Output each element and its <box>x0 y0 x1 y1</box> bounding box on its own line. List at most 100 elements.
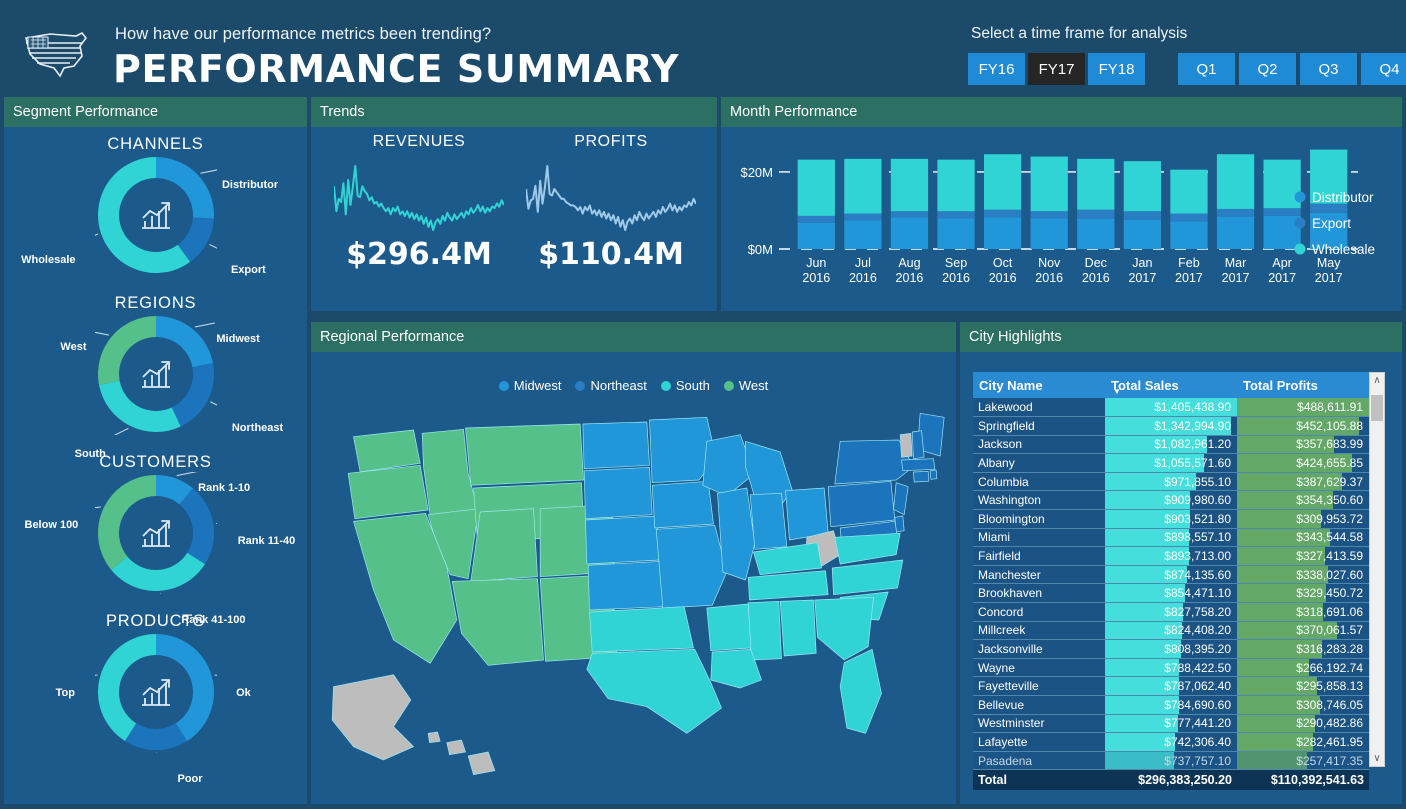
scroll-up-arrow-icon[interactable]: ∧ <box>1370 373 1384 388</box>
column-header-total-sales[interactable]: Total Sales ▼ <box>1105 372 1237 398</box>
bar-segment-wholesale[interactable] <box>1263 159 1301 209</box>
map-state-vt[interactable] <box>899 433 913 458</box>
table-row[interactable]: Wayne $788,422.50 $266,192.74 <box>973 658 1369 678</box>
legend-item-midwest[interactable]: Midwest <box>498 378 561 393</box>
map-state-hi2[interactable] <box>446 739 466 755</box>
legend-item-northeast[interactable]: Northeast <box>575 378 647 393</box>
map-state-fl[interactable] <box>839 648 882 734</box>
table-row[interactable]: Columbia $971,855.10 $387,629.37 <box>973 472 1369 492</box>
map-state-mo[interactable] <box>655 525 728 609</box>
quarter-button-q4[interactable]: Q4 <box>1361 53 1406 85</box>
donut-graphic-channels[interactable]: Distributor Export Wholesale <box>4 154 307 276</box>
map-state-or[interactable] <box>347 465 429 519</box>
map-state-hi[interactable] <box>427 731 441 743</box>
bar-segment-wholesale[interactable] <box>1077 158 1115 210</box>
bar-segment-distributor[interactable] <box>890 217 929 249</box>
table-row[interactable]: Westminster $777,441.20 $290,482.86 <box>973 714 1369 734</box>
map-state-wa[interactable] <box>353 429 421 473</box>
bar-segment-export[interactable] <box>1216 208 1255 217</box>
map-state-ar[interactable] <box>706 603 752 651</box>
donut-graphic-customers[interactable]: Rank 1-10 Rank 11-40 Rank 41-100 Below 100 <box>4 472 307 626</box>
donut-slice-distributor[interactable] <box>155 157 214 219</box>
map-state-ks[interactable] <box>587 560 665 611</box>
table-row[interactable]: Fayetteville $787,062.40 $295,858.13 <box>973 676 1369 696</box>
bar-segment-distributor[interactable] <box>1030 218 1068 249</box>
donut-slice-ok[interactable] <box>155 634 214 741</box>
bar-segment-distributor[interactable] <box>1216 216 1255 249</box>
map-state-nj[interactable] <box>893 482 909 515</box>
bar-segment-distributor[interactable] <box>844 220 882 249</box>
table-row[interactable]: Pasadena $737,757.10 $257,417.35 <box>973 751 1369 771</box>
map-state-az[interactable] <box>451 578 544 666</box>
table-row[interactable]: Brookhaven $854,471.10 $329,450.72 <box>973 583 1369 604</box>
donut-slice-rank-11-40[interactable] <box>179 488 214 565</box>
donut-slice-poor[interactable] <box>124 723 187 750</box>
map-state-ma[interactable] <box>901 458 936 471</box>
donut-slice-midwest[interactable] <box>155 316 213 368</box>
donut-graphic-products[interactable]: Ok Poor Top <box>4 631 307 785</box>
legend-item-west[interactable]: West <box>723 378 768 393</box>
table-row[interactable]: Springfield $1,342,994.90 $452,105.88 <box>973 416 1369 436</box>
bar-segment-export[interactable] <box>1170 213 1208 222</box>
map-state-ms[interactable] <box>747 600 782 661</box>
map-state-nc[interactable] <box>831 559 904 595</box>
bar-segment-export[interactable] <box>1263 208 1301 216</box>
column-header-total-profits[interactable]: Total Profits <box>1237 372 1369 398</box>
column-header-city-name[interactable]: City Name <box>973 372 1105 398</box>
map-state-al[interactable] <box>779 599 817 657</box>
bar-segment-distributor[interactable] <box>937 218 975 249</box>
fy-button-fy18[interactable]: FY18 <box>1088 53 1145 85</box>
quarter-button-q2[interactable]: Q2 <box>1239 53 1296 85</box>
us-choropleth-map[interactable] <box>311 400 956 800</box>
bar-segment-wholesale[interactable] <box>1123 161 1162 212</box>
map-state-in[interactable] <box>749 493 788 550</box>
bar-segment-distributor[interactable] <box>1170 221 1208 249</box>
bar-segment-wholesale[interactable] <box>937 159 975 212</box>
map-state-tn[interactable] <box>747 570 829 601</box>
bar-segment-wholesale[interactable] <box>844 158 882 214</box>
map-state-ut[interactable] <box>470 508 538 582</box>
legend-item-south[interactable]: South <box>660 378 710 393</box>
map-state-oh[interactable] <box>785 487 829 541</box>
map-state-ak[interactable] <box>331 674 414 761</box>
bar-segment-wholesale[interactable] <box>1170 169 1208 214</box>
bar-segment-distributor[interactable] <box>983 217 1022 249</box>
map-state-ga[interactable] <box>814 596 874 661</box>
bar-segment-wholesale[interactable] <box>1030 156 1068 212</box>
bar-segment-wholesale[interactable] <box>983 154 1022 210</box>
table-row[interactable]: Bellevue $784,690.60 $308,746.05 <box>973 695 1369 715</box>
donut-slice-rank-41-100[interactable] <box>110 552 205 591</box>
bar-segment-wholesale[interactable] <box>1216 154 1255 209</box>
table-row[interactable]: Concord $827,758.20 $318,691.06 <box>973 602 1369 622</box>
map-state-sd[interactable] <box>583 467 653 519</box>
bar-segment-distributor[interactable] <box>1077 218 1115 249</box>
table-row[interactable]: Washington $909,980.60 $354,350.60 <box>973 490 1369 511</box>
donut-slice-northeast[interactable] <box>171 363 214 427</box>
bar-segment-wholesale[interactable] <box>890 158 929 212</box>
map-state-va[interactable] <box>834 532 901 565</box>
map-state-ia[interactable] <box>651 481 714 529</box>
quarter-button-q3[interactable]: Q3 <box>1300 53 1357 85</box>
table-row[interactable]: Jacksonville $808,395.20 $316,283.28 <box>973 639 1369 659</box>
table-row[interactable]: Manchester $874,135.60 $338,027.60 <box>973 565 1369 585</box>
quarter-button-q1[interactable]: Q1 <box>1178 53 1235 85</box>
bar-segment-export[interactable] <box>1077 209 1115 219</box>
map-state-ok[interactable] <box>589 606 694 653</box>
map-state-mt[interactable] <box>465 423 584 486</box>
table-row[interactable]: Fairfield $893,713.00 $327,413.59 <box>973 546 1369 566</box>
bar-segment-export[interactable] <box>983 209 1022 218</box>
bar-segment-export[interactable] <box>797 215 835 223</box>
bar-segment-distributor[interactable] <box>1123 219 1162 249</box>
scrollbar-thumb[interactable] <box>1371 395 1383 421</box>
donut-slice-below-100[interactable] <box>97 475 156 570</box>
table-row[interactable]: Bloomington $903,521.80 $309,953.72 <box>973 509 1369 529</box>
map-state-hi3[interactable] <box>467 751 496 775</box>
bar-segment-export[interactable] <box>1030 211 1068 219</box>
bar-segment-wholesale[interactable] <box>797 159 835 216</box>
donut-graphic-regions[interactable]: Midwest Northeast South West <box>4 313 307 460</box>
table-row[interactable]: Lafayette $742,306.40 $282,461.95 <box>973 732 1369 752</box>
table-row[interactable]: Miami $898,557.10 $343,544.58 <box>973 528 1369 548</box>
bar-segment-export[interactable] <box>937 211 975 219</box>
map-state-nd[interactable] <box>582 421 650 469</box>
map-state-il[interactable] <box>717 487 756 581</box>
